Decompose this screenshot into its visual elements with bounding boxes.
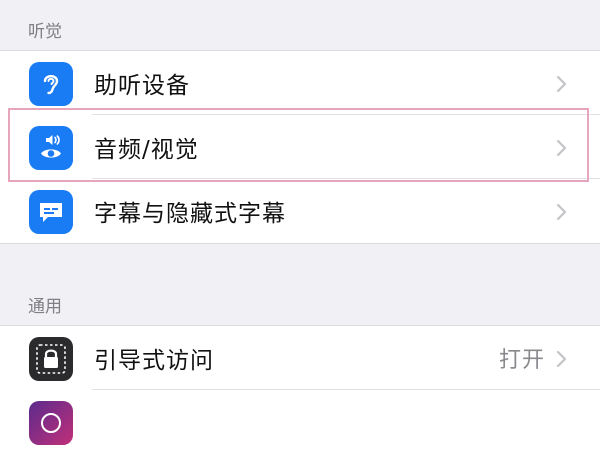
chevron-right-icon: [556, 203, 567, 221]
row-label-hearing-devices: 助听设备: [94, 73, 190, 99]
row-partial-next[interactable]: [0, 390, 600, 454]
chevron-right-icon: [556, 139, 567, 157]
section-header-general: 通用: [28, 297, 62, 317]
row-audio-visual[interactable]: 音频/视觉: [0, 115, 600, 179]
chevron-right-icon: [556, 350, 567, 368]
row-hearing-devices[interactable]: 助听设备: [0, 51, 600, 115]
subtitles-icon: [29, 190, 73, 234]
row-subtitles-captions[interactable]: 字幕与隐藏式字幕: [0, 179, 600, 243]
general-group: 引导式访问 打开: [0, 325, 600, 454]
audio-visual-icon: [29, 126, 73, 170]
hearing-group: 助听设备 音频/视觉 字幕与隐藏式字幕: [0, 50, 600, 244]
chevron-right-icon: [556, 75, 567, 93]
row-label-subtitles-captions: 字幕与隐藏式字幕: [94, 201, 286, 227]
app-icon-partial: [29, 401, 73, 445]
row-label-audio-visual: 音频/视觉: [94, 137, 199, 163]
row-guided-access[interactable]: 引导式访问 打开: [0, 326, 600, 390]
hearing-aid-icon: [29, 62, 73, 106]
guided-access-lock-icon: [29, 337, 73, 381]
section-header-hearing: 听觉: [28, 22, 62, 42]
guided-access-status: 打开: [498, 348, 545, 373]
row-label-guided-access: 引导式访问: [94, 348, 214, 374]
